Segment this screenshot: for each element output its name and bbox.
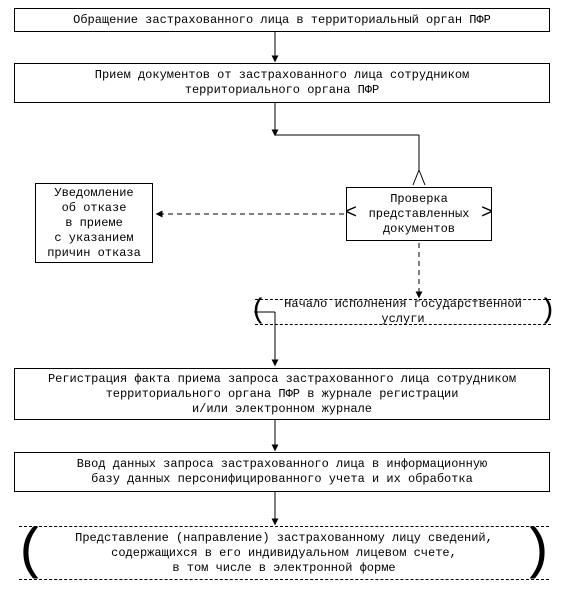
step-apply: Обращение застрахованного лица в террито… xyxy=(14,8,550,32)
angle-right-icon: > xyxy=(481,201,493,226)
paren-right-icon: ) xyxy=(539,297,556,325)
step-register-text: Регистрация факта приема запроса застрах… xyxy=(48,372,516,417)
paren-left-icon: ( xyxy=(14,524,48,580)
step-apply-text: Обращение застрахованного лица в террито… xyxy=(73,13,491,28)
milestone-start-service-text: Начало исполнения государственной услуги xyxy=(262,297,544,327)
step-reject-notice-text: Уведомление об отказе в приеме с указани… xyxy=(47,186,141,261)
step-accept-docs-text: Прием документов от застрахованного лица… xyxy=(95,68,469,98)
paren-left-icon: ( xyxy=(250,297,267,325)
paren-right-icon: ) xyxy=(520,524,554,580)
step-input-data-text: Ввод данных запроса застрахованного лица… xyxy=(77,457,487,487)
step-check-docs: < > Проверка представленных документов xyxy=(346,187,492,241)
step-check-docs-text: Проверка представленных документов xyxy=(369,192,470,237)
step-input-data: Ввод данных запроса застрахованного лица… xyxy=(14,452,550,492)
milestone-start-service: ( ) Начало исполнения государственной ус… xyxy=(256,300,550,324)
step-reject-notice: Уведомление об отказе в приеме с указани… xyxy=(35,183,153,263)
milestone-result: ( ) Представление (направление) застрахо… xyxy=(20,527,548,579)
milestone-result-text: Представление (направление) застрахованн… xyxy=(75,531,493,576)
step-register: Регистрация факта приема запроса застрах… xyxy=(14,368,550,420)
step-accept-docs: Прием документов от застрахованного лица… xyxy=(14,63,550,103)
angle-left-icon: < xyxy=(345,201,357,226)
